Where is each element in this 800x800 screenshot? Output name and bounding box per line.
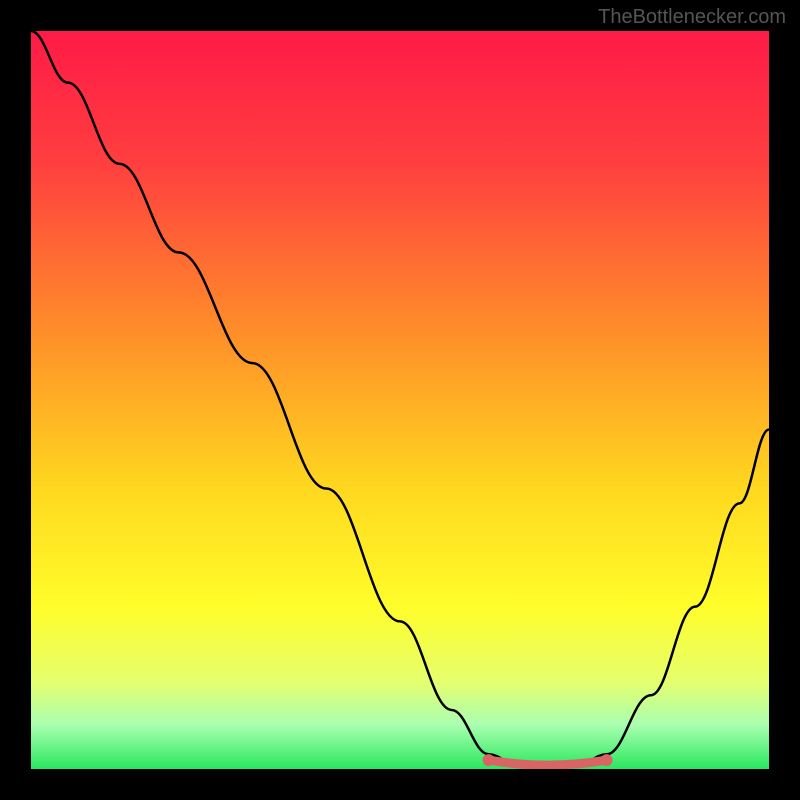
chart-plot-area: [31, 31, 769, 769]
watermark-label: TheBottlenecker.com: [598, 6, 786, 29]
highlight-segment: [31, 31, 769, 769]
chart-container: TheBottlenecker.com: [0, 0, 800, 800]
